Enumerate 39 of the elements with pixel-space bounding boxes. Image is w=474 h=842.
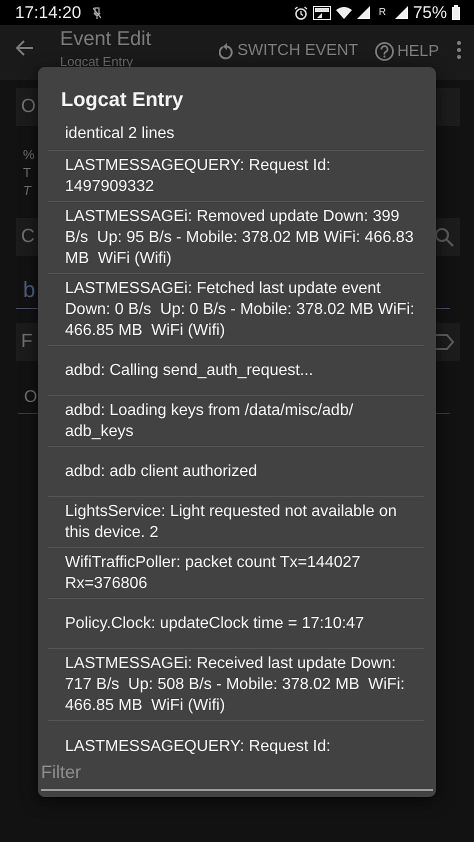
description-text: % <box>22 146 35 164</box>
description-text: T <box>22 182 31 200</box>
signal-icon <box>356 6 370 19</box>
log-entry[interactable]: LASTMESSAGEQUERY: Request Id: 1497909332 <box>48 151 424 202</box>
screen-title: Event Edit <box>60 28 152 51</box>
log-entry[interactable]: LASTMESSAGEi: Received last update Down: 717 B/s Up: 508 B/s - Mobile: 378.02 MB WiFi: 466.85 MB WiFi (Wifi) <box>48 649 424 721</box>
roaming-indicator: R <box>378 7 386 18</box>
log-entry[interactable]: Policy.Clock: updateClock time = 17:10:47 <box>48 599 424 649</box>
battery-percent: 75% <box>412 2 447 22</box>
more-menu-icon[interactable] <box>456 40 462 60</box>
switch-event-button[interactable]: SWITCH EVENT <box>219 42 358 60</box>
card-label: C <box>21 226 35 248</box>
log-entry[interactable]: WifiTrafficPoller: packet count Tx=144027 Rx=376806 <box>48 548 424 599</box>
description-text: T <box>22 164 31 182</box>
log-entry[interactable]: LASTMESSAGEi: Fetched last update event Down: 0 B/s Up: 0 B/s - Mobile: 378.02 MB WiFi: 466.85 MB WiFi (Wifi) <box>48 274 424 346</box>
log-entry[interactable]: adbd: Loading keys from /data/misc/adb/ adb_keys <box>48 396 424 447</box>
card-label: O <box>21 96 36 118</box>
back-button[interactable] <box>16 40 34 56</box>
network-badge-icon <box>312 6 331 20</box>
log-entry[interactable]: adbd: Calling send_auth_request... <box>48 346 424 396</box>
alarm-icon <box>294 6 308 20</box>
screen-subtitle: Logcat Entry <box>60 54 134 69</box>
refresh-icon <box>219 42 234 60</box>
mic-off-icon <box>93 6 102 18</box>
battery-icon <box>452 5 460 20</box>
help-icon <box>375 42 394 61</box>
card-label: F <box>21 331 33 353</box>
log-entry[interactable]: LASTMESSAGEi: Removed update Down: 399 B/s Up: 95 B/s - Mobile: 378.02 MB WiFi: 466.83 MB WiFi (Wifi) <box>48 202 424 274</box>
signal-icon <box>394 6 408 19</box>
help-button[interactable]: HELP <box>375 42 439 61</box>
clock-time: 17:14:20 <box>15 2 82 22</box>
filter-field[interactable]: Filter <box>41 754 433 791</box>
search-icon <box>434 227 454 247</box>
dialog-title: Logcat Entry <box>60 88 184 113</box>
wifi-icon <box>336 6 352 18</box>
log-entry[interactable]: identical 2 lines <box>48 121 424 151</box>
log-entry[interactable]: LASTMESSAGEQUERY: Request Id: <box>48 721 424 754</box>
log-entry[interactable]: LightsService: Light requested not available on this device. 2 <box>48 497 424 548</box>
log-entry[interactable]: adbd: adb client authorized <box>48 447 424 497</box>
